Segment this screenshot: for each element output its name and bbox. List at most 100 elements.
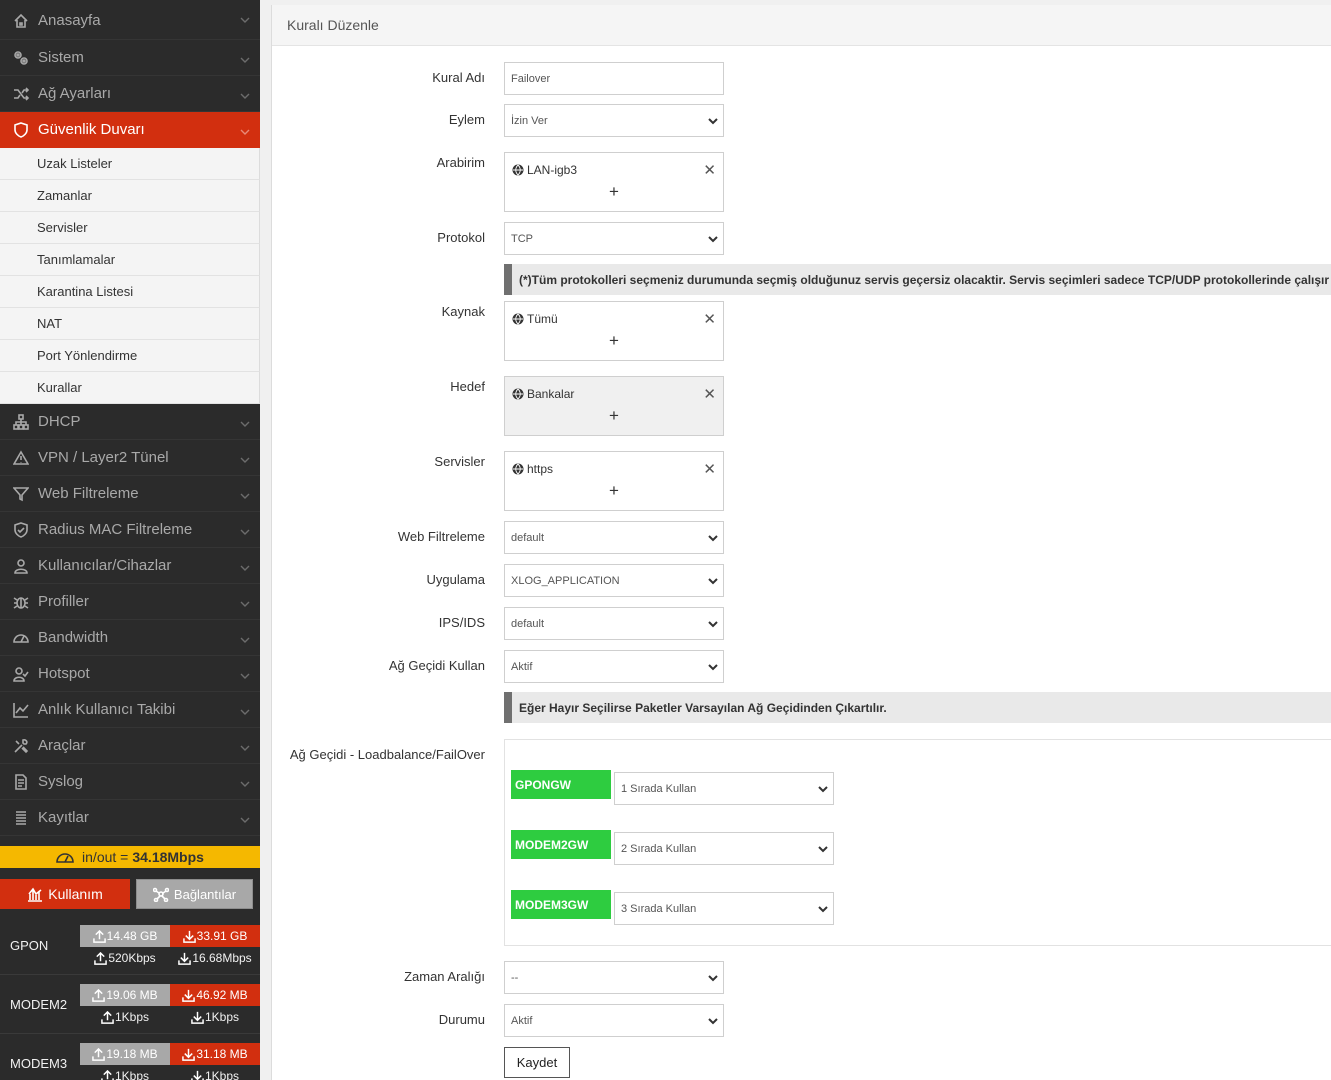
subnav-port-yonlendirme[interactable]: Port Yönlendirme bbox=[0, 340, 260, 372]
remove-tag-button[interactable]: ✕ bbox=[703, 385, 716, 403]
download-icon bbox=[182, 930, 196, 943]
web-filter-value: default bbox=[511, 531, 545, 544]
nav-label: Kayıtlar bbox=[38, 809, 89, 826]
application-label: Uygulama bbox=[426, 572, 485, 587]
protocol-select[interactable]: TCP bbox=[504, 222, 724, 255]
rule-name-label: Kural Adı bbox=[432, 70, 485, 85]
doc-icon bbox=[12, 773, 30, 791]
nav-kullanicilar[interactable]: Kullanıcılar/Cihazlar bbox=[0, 548, 260, 584]
nav-label: Radius MAC Filtreleme bbox=[38, 521, 193, 538]
nav-anlik-kullanici[interactable]: Anlık Kullanıcı Takibi bbox=[0, 692, 260, 728]
chevron-down-icon bbox=[240, 452, 250, 469]
connections-tab-label: Bağlantılar bbox=[173, 886, 237, 902]
chevron-down-icon bbox=[240, 12, 250, 29]
globe-icon bbox=[512, 388, 524, 400]
add-interface-button[interactable]: + bbox=[609, 182, 619, 202]
wan-name: MODEM2 bbox=[10, 997, 68, 1012]
use-gateway-select[interactable]: Aktif bbox=[504, 650, 724, 683]
nav-web-filtreleme[interactable]: Web Filtreleme bbox=[0, 476, 260, 512]
globe-icon bbox=[512, 313, 524, 325]
application-value: XLOG_APPLICATION bbox=[511, 574, 620, 587]
usage-tab-button[interactable]: Kullanım bbox=[0, 879, 130, 909]
connections-tab-button[interactable]: Bağlantılar bbox=[136, 879, 253, 909]
save-button[interactable]: Kaydet bbox=[504, 1047, 570, 1078]
bug-icon bbox=[12, 593, 30, 611]
gateway-badge: GPONGW bbox=[511, 770, 611, 799]
subnav-uzak-listeler[interactable]: Uzak Listeler bbox=[0, 148, 260, 180]
nav-araclar[interactable]: Araçlar bbox=[0, 728, 260, 764]
nav-profiller[interactable]: Profiller bbox=[0, 584, 260, 620]
wan-download-total: 33.91 GB bbox=[170, 925, 260, 947]
add-service-button[interactable]: + bbox=[609, 481, 619, 501]
nav-kayitlar[interactable]: Kayıtlar bbox=[0, 800, 260, 836]
chevron-down-icon bbox=[240, 776, 250, 793]
subnav-kurallar[interactable]: Kurallar bbox=[0, 372, 260, 404]
chevron-down-icon bbox=[818, 844, 828, 857]
subnav-servisler[interactable]: Servisler bbox=[0, 212, 260, 244]
ips-select[interactable]: default bbox=[504, 607, 724, 640]
chevron-down-icon bbox=[708, 1016, 718, 1029]
add-destination-button[interactable]: + bbox=[609, 406, 619, 426]
nav-hotspot[interactable]: Hotspot bbox=[0, 656, 260, 692]
wan-value: 31.18 MB bbox=[196, 1047, 248, 1061]
use-gateway-value: Aktif bbox=[511, 660, 533, 673]
application-select[interactable]: XLOG_APPLICATION bbox=[504, 564, 724, 597]
chevron-down-icon bbox=[818, 904, 828, 917]
home-icon bbox=[12, 12, 30, 30]
subnav-zamanlar[interactable]: Zamanlar bbox=[0, 180, 260, 212]
subnav-nat[interactable]: NAT bbox=[0, 308, 260, 340]
nav-ag-ayarlari[interactable]: Ağ Ayarları bbox=[0, 76, 260, 112]
firewall-submenu: Uzak Listeler Zamanlar Servisler Tanımla… bbox=[0, 148, 260, 404]
upload-icon bbox=[101, 1010, 114, 1024]
wan-value: 1Kbps bbox=[114, 1010, 150, 1024]
chevron-down-icon bbox=[240, 704, 250, 721]
nav-anasayfa[interactable]: Anasayfa bbox=[0, 0, 260, 40]
status-value: Aktif bbox=[511, 1014, 533, 1027]
nav-label: Kullanıcılar/Cihazlar bbox=[38, 557, 172, 574]
remove-tag-button[interactable]: ✕ bbox=[703, 310, 716, 328]
action-select[interactable]: İzin Ver bbox=[504, 104, 724, 137]
time-range-select[interactable]: -- bbox=[504, 961, 724, 994]
nav-syslog[interactable]: Syslog bbox=[0, 764, 260, 800]
gateway-order-value: 3 Sırada Kullan bbox=[621, 902, 697, 915]
inout-value: 34.18Mbps bbox=[132, 849, 204, 865]
wan-value: 46.92 MB bbox=[196, 988, 248, 1002]
source-tagbox: Tümü ✕ + bbox=[504, 301, 724, 361]
protocol-label: Protokol bbox=[437, 230, 485, 245]
wan-name: MODEM3 bbox=[10, 1056, 68, 1071]
nav-sistem[interactable]: Sistem bbox=[0, 40, 260, 76]
gateway-order-value: 2 Sırada Kullan bbox=[621, 842, 697, 855]
nav-dhcp[interactable]: DHCP bbox=[0, 404, 260, 440]
destination-tagbox: Bankalar ✕ + bbox=[504, 376, 724, 436]
destination-tag: Bankalar bbox=[512, 387, 574, 401]
chevron-down-icon bbox=[240, 524, 250, 541]
nav-label: DHCP bbox=[38, 413, 81, 430]
chevron-down-icon bbox=[708, 973, 718, 986]
remove-tag-button[interactable]: ✕ bbox=[703, 161, 716, 179]
nav-vpn[interactable]: VPN / Layer2 Tünel bbox=[0, 440, 260, 476]
status-label: Durumu bbox=[438, 1012, 485, 1027]
wan-name: GPON bbox=[10, 938, 49, 953]
gateway-order-select[interactable]: 3 Sırada Kullan bbox=[614, 892, 834, 925]
subnav-karantina-listesi[interactable]: Karantina Listesi bbox=[0, 276, 260, 308]
gateway-order-select[interactable]: 1 Sırada Kullan bbox=[614, 772, 834, 805]
nav-guvenlik-duvari[interactable]: Güvenlik Duvarı bbox=[0, 112, 260, 148]
upload-icon bbox=[101, 1069, 114, 1080]
web-filter-select[interactable]: default bbox=[504, 521, 724, 554]
time-range-label: Zaman Aralığı bbox=[404, 969, 485, 984]
status-select[interactable]: Aktif bbox=[504, 1004, 724, 1037]
subnav-tanimlamalar[interactable]: Tanımlamalar bbox=[0, 244, 260, 276]
add-source-button[interactable]: + bbox=[609, 331, 619, 351]
chevron-down-icon bbox=[240, 124, 250, 141]
rule-name-input[interactable]: Failover bbox=[504, 62, 724, 95]
wan-download-rate: 1Kbps bbox=[170, 1065, 260, 1080]
remove-tag-button[interactable]: ✕ bbox=[703, 460, 716, 478]
wan-value: 14.48 GB bbox=[106, 929, 158, 943]
tag-label: https bbox=[527, 462, 554, 476]
nav-bandwidth[interactable]: Bandwidth bbox=[0, 620, 260, 656]
nav-radius-mac[interactable]: Radius MAC Filtreleme bbox=[0, 512, 260, 548]
wan-value: 1Kbps bbox=[204, 1069, 240, 1080]
gateway-order-select[interactable]: 2 Sırada Kullan bbox=[614, 832, 834, 865]
chevron-down-icon bbox=[240, 52, 250, 69]
upload-icon bbox=[92, 1047, 106, 1061]
